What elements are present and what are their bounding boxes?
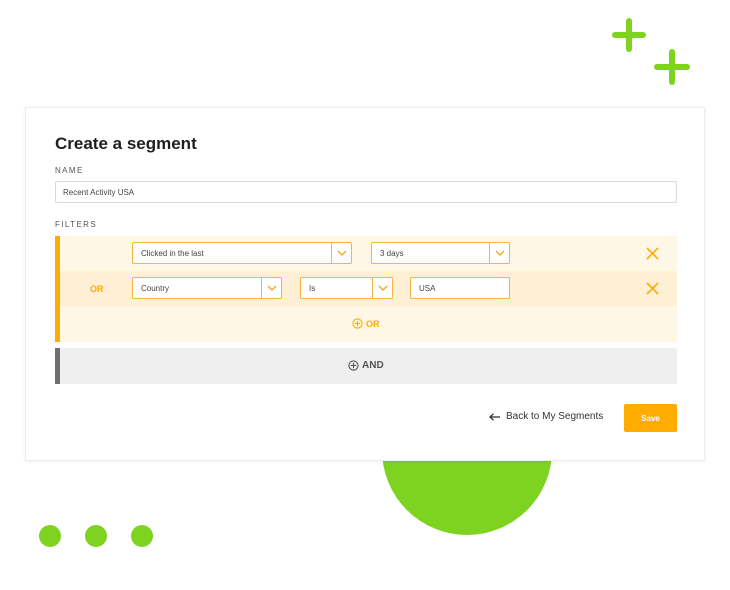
- chevron-down-icon[interactable]: [489, 243, 509, 263]
- name-label: NAME: [55, 166, 84, 175]
- add-or-row: OR: [60, 306, 677, 342]
- create-segment-card: Create a segment NAME FILTERS Clicked in…: [25, 107, 705, 461]
- filter-value-input[interactable]: USA: [410, 277, 510, 299]
- add-or-label: OR: [366, 318, 380, 329]
- filter-field-value: Clicked in the last: [141, 249, 204, 258]
- close-icon[interactable]: [646, 282, 659, 295]
- dot-decor: [39, 525, 61, 547]
- save-button[interactable]: Save: [624, 404, 677, 432]
- or-filter-group: Clicked in the last 3 days OR Country Is…: [55, 236, 677, 342]
- dot-decor: [85, 525, 107, 547]
- filter-field-value: Country: [141, 284, 170, 293]
- filter-field-select[interactable]: Country: [132, 277, 282, 299]
- filters-section: Clicked in the last 3 days OR Country Is…: [55, 236, 677, 384]
- filter-row: Clicked in the last 3 days: [60, 236, 677, 271]
- chevron-down-icon[interactable]: [331, 243, 351, 263]
- add-and-label: AND: [362, 360, 384, 371]
- and-filter-group: AND: [55, 348, 677, 384]
- filter-field-select[interactable]: Clicked in the last: [132, 242, 352, 264]
- dot-decor: [131, 525, 153, 547]
- add-and-button[interactable]: AND: [348, 360, 384, 371]
- add-circle-icon: [352, 318, 363, 329]
- filter-operator-value: Is: [309, 284, 316, 293]
- plus-decor-icon: [612, 18, 646, 52]
- filter-operator-select[interactable]: Is: [300, 277, 393, 299]
- segment-name-input[interactable]: [55, 181, 677, 203]
- page-title: Create a segment: [55, 134, 197, 153]
- or-connector-label: OR: [90, 284, 104, 294]
- half-circle-decor: [382, 450, 552, 535]
- add-or-button[interactable]: OR: [352, 318, 380, 329]
- filter-row: OR Country Is USA: [60, 271, 677, 306]
- filter-period-value: 3 days: [380, 249, 404, 258]
- filters-label: FILTERS: [55, 220, 98, 229]
- chevron-down-icon[interactable]: [261, 278, 281, 298]
- close-icon[interactable]: [646, 247, 659, 260]
- plus-decor-icon: [654, 49, 690, 85]
- filter-period-select[interactable]: 3 days: [371, 242, 510, 264]
- chevron-down-icon[interactable]: [372, 278, 392, 298]
- arrow-left-icon: [489, 412, 500, 421]
- add-circle-icon: [348, 360, 359, 371]
- back-link-label: Back to My Segments: [506, 411, 604, 422]
- back-to-segments-link[interactable]: Back to My Segments: [489, 411, 603, 422]
